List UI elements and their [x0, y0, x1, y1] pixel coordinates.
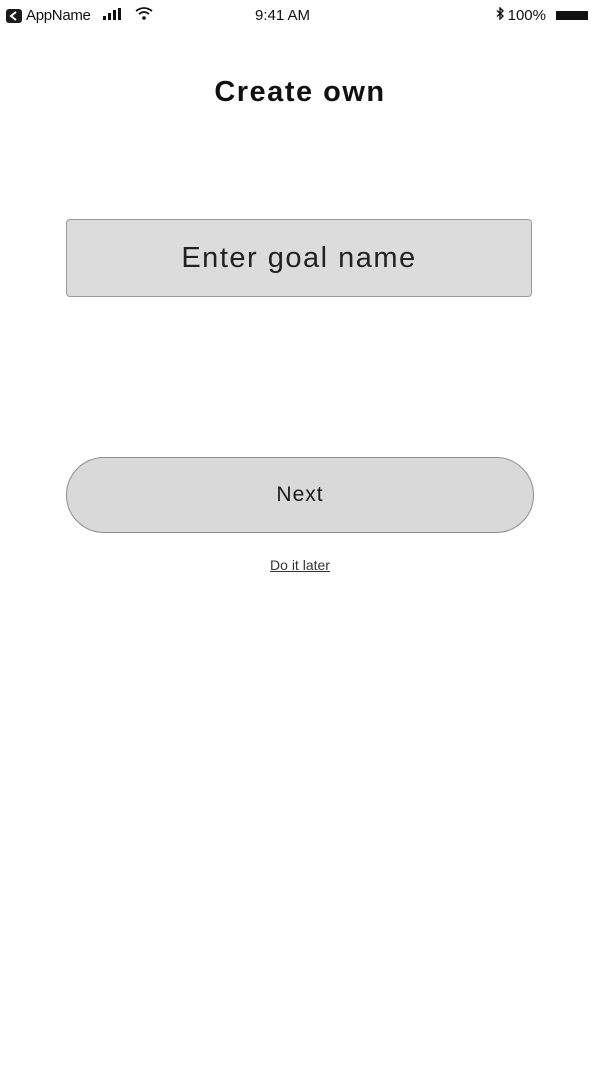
status-bar-right: 100% — [496, 6, 588, 24]
do-it-later-link[interactable]: Do it later — [270, 557, 330, 573]
bluetooth-icon — [496, 6, 504, 24]
status-bar-left: AppName — [6, 7, 153, 24]
next-button[interactable]: Next — [66, 457, 534, 533]
app-name: AppName — [26, 7, 91, 24]
battery-icon — [556, 11, 588, 20]
signal-icon — [102, 7, 123, 24]
wifi-icon — [135, 7, 153, 24]
status-time: 9:41 AM — [255, 7, 311, 24]
page-title: Create own — [214, 76, 386, 108]
status-bar: AppName 9:41 AM 100% — [0, 0, 600, 32]
later-link-container: Do it later — [0, 557, 600, 573]
goal-name-input[interactable] — [66, 219, 532, 297]
back-badge-icon[interactable] — [6, 8, 22, 23]
battery-percent: 100% — [507, 7, 546, 24]
